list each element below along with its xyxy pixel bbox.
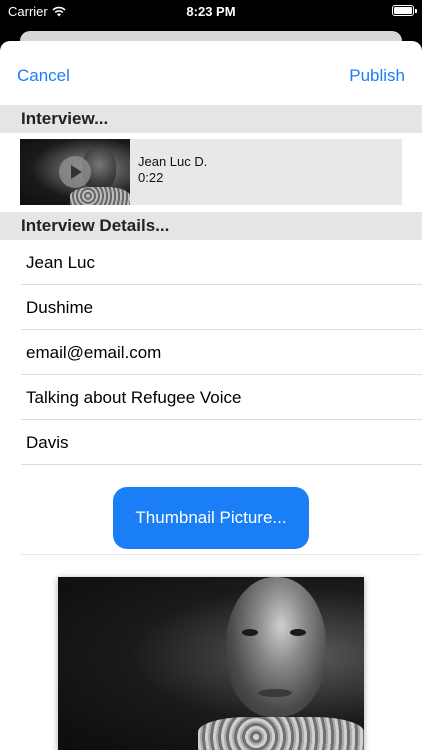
photo-shirt — [198, 717, 364, 750]
thumbnail-picture-button[interactable]: Thumbnail Picture... — [113, 487, 309, 549]
play-icon[interactable] — [59, 156, 91, 188]
status-time: 8:23 PM — [186, 4, 236, 19]
interview-duration: 0:22 — [138, 170, 164, 185]
topic-field[interactable]: Talking about Refugee Voice — [21, 375, 422, 420]
first-name-field[interactable]: Jean Luc — [21, 240, 422, 285]
thumbnail-shirt — [70, 187, 130, 205]
thumbnail-button-row: Thumbnail Picture... — [21, 465, 422, 555]
navigation-bar: Cancel Publish — [0, 41, 422, 105]
last-name-field[interactable]: Dushime — [21, 285, 422, 330]
cancel-button[interactable]: Cancel — [17, 66, 70, 86]
publish-button[interactable]: Publish — [349, 66, 405, 86]
photo-eye-right — [290, 629, 306, 636]
status-bar: Carrier 8:23 PM — [0, 0, 422, 24]
interview-name: Jean Luc D. — [138, 154, 208, 169]
details-section-header: Interview Details... — [0, 212, 422, 240]
interview-meta: Jean Luc D. 0:22 — [138, 154, 207, 186]
photo-mouth — [258, 689, 292, 697]
email-field[interactable]: email@email.com — [21, 330, 422, 375]
thumbnail-preview-image — [58, 577, 364, 750]
interview-row: Jean Luc D. 0:22 — [0, 133, 422, 212]
interviewer-field[interactable]: Davis — [21, 420, 422, 465]
interview-card[interactable]: Jean Luc D. 0:22 — [20, 139, 402, 205]
interview-section-header: Interview... — [0, 105, 422, 133]
battery-icon — [392, 5, 417, 16]
publish-sheet: Cancel Publish Interview... Jean Luc D. … — [0, 41, 422, 750]
interview-thumbnail — [20, 139, 130, 205]
photo-eye-left — [242, 629, 258, 636]
battery-fill — [394, 7, 412, 14]
